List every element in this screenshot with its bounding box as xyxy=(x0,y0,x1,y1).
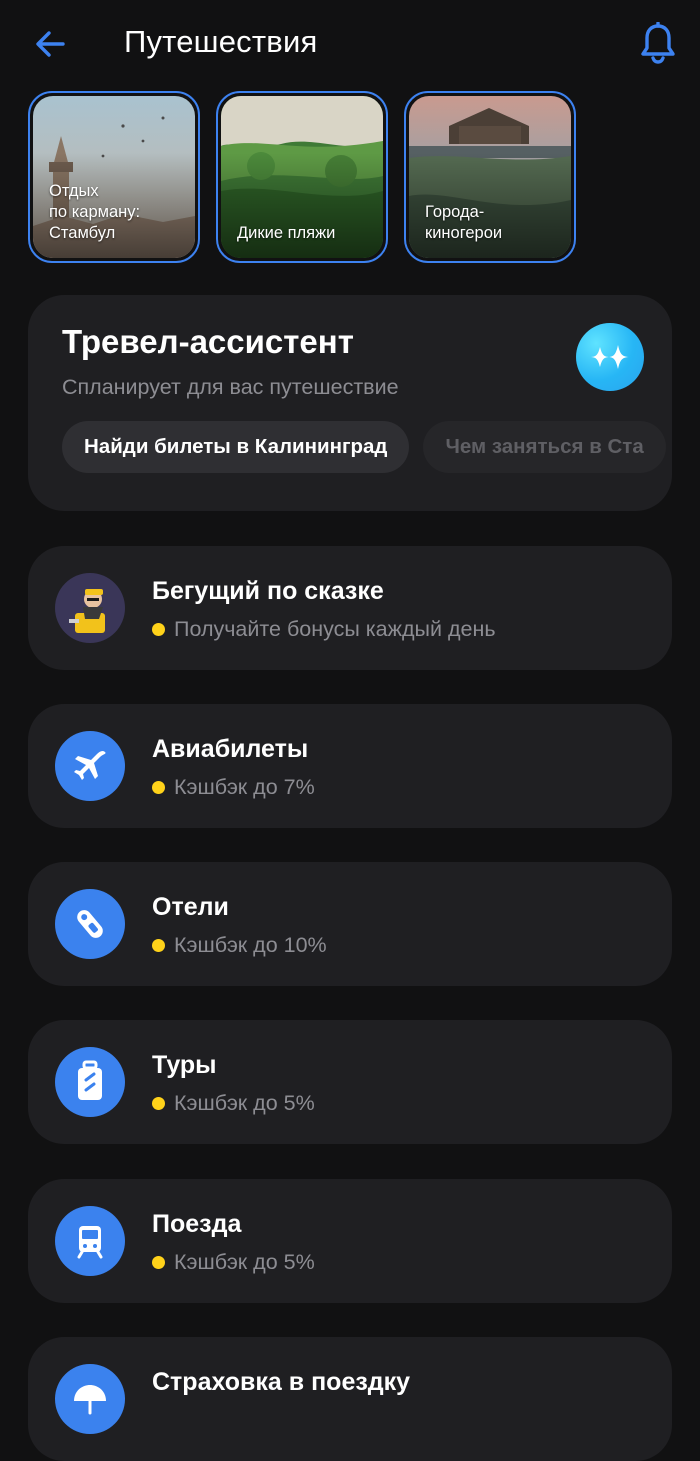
service-subtitle: Кэшбэк до 7% xyxy=(152,775,315,800)
service-title: Туры xyxy=(152,1051,217,1079)
sparkle-icon[interactable] xyxy=(576,323,644,391)
assistant-title: Тревел-ассистент xyxy=(62,323,354,360)
page-title: Путешествия xyxy=(124,24,318,59)
service-card-fairy-runner[interactable]: Бегущий по сказке Получайте бонусы кажды… xyxy=(28,546,672,670)
story-label: Дикие пляжи xyxy=(237,224,336,242)
suggestion-chip[interactable]: Найди билеты в Калининград xyxy=(62,421,410,473)
suitcase-icon xyxy=(55,1047,125,1117)
suggestion-chip[interactable]: Чем заняться в Ста xyxy=(423,421,666,473)
service-card-tours[interactable]: Туры Кэшбэк до 5% xyxy=(28,1020,672,1144)
service-title: Бегущий по сказке xyxy=(152,577,384,605)
service-card-trains[interactable]: Поезда Кэшбэк до 5% xyxy=(28,1179,672,1303)
umbrella-icon xyxy=(55,1364,125,1434)
service-title: Авиабилеты xyxy=(152,735,309,763)
notifications-button[interactable] xyxy=(636,20,680,66)
service-card-insurance[interactable]: Страховка в поездку xyxy=(28,1337,672,1461)
assistant-suggestions: Найди билеты в Калининград Чем заняться … xyxy=(62,421,672,473)
story-card-wild-beaches[interactable]: Дикие пляжи xyxy=(216,91,388,263)
arrow-left-icon xyxy=(36,31,65,57)
service-title: Поезда xyxy=(152,1210,242,1238)
service-subtitle: Кэшбэк до 5% xyxy=(152,1091,315,1116)
story-card-istanbul[interactable]: Отдых по карману: Стамбул xyxy=(28,91,200,263)
story-label: Отдых по карману: Стамбул xyxy=(49,182,141,242)
train-icon xyxy=(55,1206,125,1276)
bell-icon xyxy=(641,22,675,64)
service-card-flights[interactable]: Авиабилеты Кэшбэк до 7% xyxy=(28,704,672,828)
service-card-hotels[interactable]: Отели Кэшбэк до 10% xyxy=(28,862,672,986)
cashback-dot-icon xyxy=(152,1256,165,1269)
sparkle-glyph xyxy=(590,345,630,369)
airplane-icon xyxy=(55,731,125,801)
bonus-dot-icon xyxy=(152,623,165,636)
service-title: Отели xyxy=(152,893,229,921)
runner-avatar-icon xyxy=(55,573,125,643)
assistant-subtitle: Спланирует для вас путешествие xyxy=(62,375,399,399)
service-subtitle: Кэшбэк до 5% xyxy=(152,1250,315,1275)
back-button[interactable] xyxy=(30,26,70,62)
service-title: Страховка в поездку xyxy=(152,1368,411,1396)
cashback-dot-icon xyxy=(152,781,165,794)
service-subtitle: Кэшбэк до 10% xyxy=(152,933,327,958)
story-label: Города- киногерои xyxy=(425,203,503,242)
story-card-movie-cities[interactable]: Города- киногерои xyxy=(404,91,576,263)
service-subtitle: Получайте бонусы каждый день xyxy=(152,617,496,642)
header: Путешествия xyxy=(0,0,700,90)
cashback-dot-icon xyxy=(152,939,165,952)
door-hanger-icon xyxy=(55,889,125,959)
travel-assistant-card[interactable]: Тревел-ассистент Спланирует для вас путе… xyxy=(28,295,672,511)
cashback-dot-icon xyxy=(152,1097,165,1110)
stories-row: Отдых по карману: Стамбул Дикие пляжи Го… xyxy=(28,91,576,263)
